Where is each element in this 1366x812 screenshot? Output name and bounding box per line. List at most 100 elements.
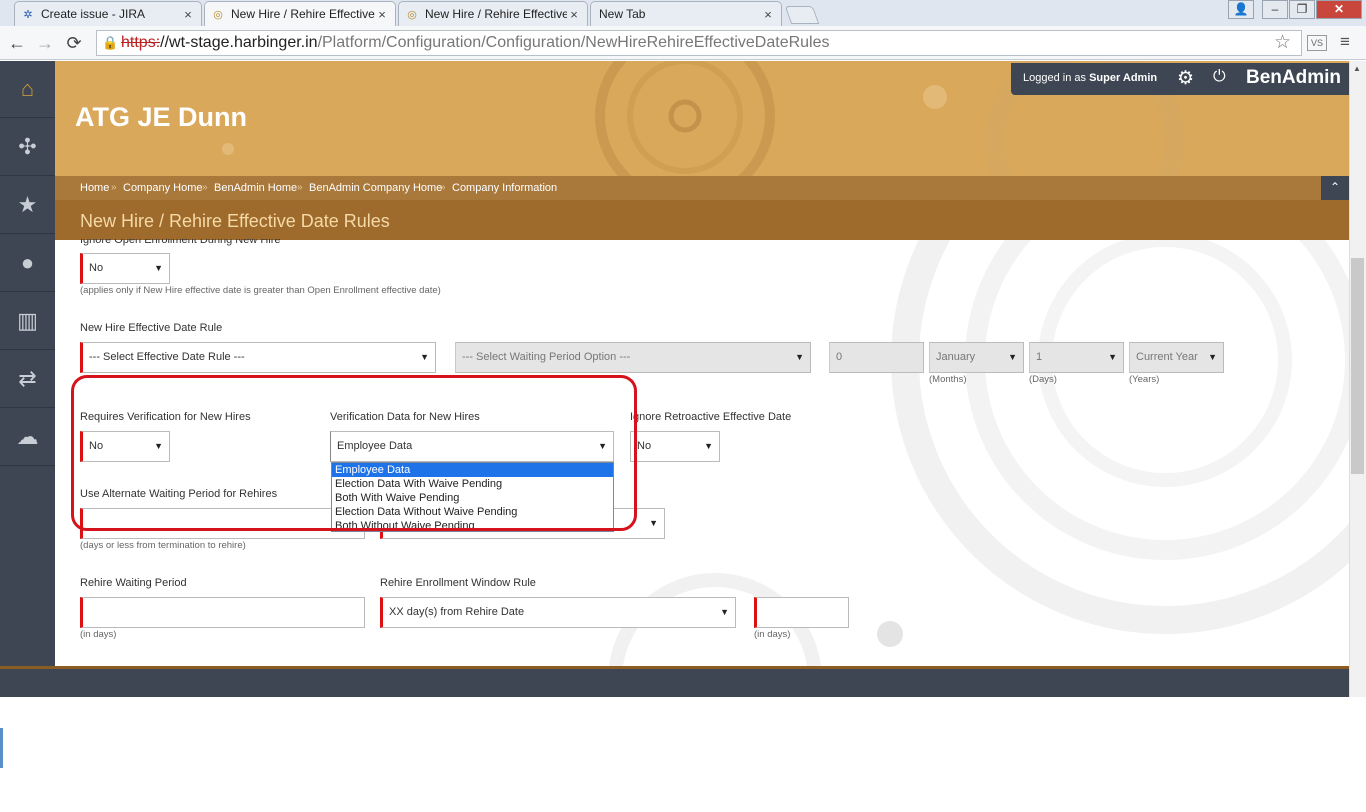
ignore-oe-value: No: [89, 262, 104, 274]
browser-tab[interactable]: ◎ New Hire / Rehire Effective ×: [398, 1, 588, 26]
url-host: //wt-stage.harbinger.in: [160, 34, 318, 51]
year-select[interactable]: Current Year ▼: [1129, 342, 1224, 373]
tab-title: New Hire / Rehire Effective: [425, 7, 567, 21]
current-user: Super Admin: [1089, 72, 1158, 84]
chevron-down-icon: ▼: [704, 441, 713, 451]
rehire-wait-label: Rehire Waiting Period: [80, 577, 187, 589]
rehire-window-value: XX day(s) from Rehire Date: [389, 606, 525, 618]
content-top-edge: [55, 240, 1349, 241]
days-hint: (Days): [1029, 374, 1057, 385]
browser-tab-active[interactable]: ◎ New Hire / Rehire Effective ×: [204, 1, 396, 26]
rehire-window-select[interactable]: XX day(s) from Rehire Date ▼: [380, 597, 736, 628]
scrollbar-thumb[interactable]: [1351, 258, 1364, 474]
company-name: ATG JE Dunn: [75, 102, 247, 132]
login-status: Logged in as Super Admin: [1023, 72, 1157, 84]
url-protocol: https:: [121, 34, 161, 51]
bookmark-star-icon[interactable]: ☆: [1274, 31, 1291, 54]
year-value: Current Year: [1136, 351, 1198, 363]
chevron-down-icon: ▼: [720, 607, 729, 617]
bar-chart-icon[interactable]: ▥: [0, 293, 55, 350]
alt-wait-hint: (days or less from termination to rehire…: [80, 540, 246, 551]
left-edge-marker: [0, 728, 3, 768]
user-icon[interactable]: 👤: [1228, 0, 1254, 19]
months-value: 0: [836, 351, 843, 363]
rehire-window-label: Rehire Enrollment Window Rule: [380, 577, 536, 589]
annotation-highlight-box: [71, 375, 637, 531]
ignore-retro-label: Ignore Retroactive Effective Date: [630, 411, 792, 423]
footer-bar: [0, 666, 1349, 697]
chevron-down-icon: ▼: [795, 352, 804, 362]
chevron-down-icon: ▼: [154, 263, 163, 273]
breadcrumb-home[interactable]: Home: [80, 182, 109, 194]
url-path: /Platform/Configuration/Configuration/Ne…: [317, 34, 830, 51]
rehire-wait-hint: (in days): [80, 629, 117, 640]
user-bar: Logged in as Super Admin ⚙ ⏻ BenAdmin: [1011, 63, 1349, 95]
back-icon[interactable]: ←: [6, 32, 28, 54]
menu-icon[interactable]: ≡: [1340, 32, 1350, 52]
close-icon[interactable]: ×: [375, 7, 389, 22]
waiting-option-select[interactable]: --- Select Waiting Period Option --- ▼: [455, 342, 811, 373]
ignore-retro-value: No: [637, 440, 652, 452]
rehire-wait-input[interactable]: [80, 597, 365, 628]
days-value: 1: [1036, 351, 1043, 363]
tab-title: Create issue - JIRA: [41, 7, 146, 21]
breadcrumb-benadmin-home[interactable]: BenAdmin Home: [214, 182, 297, 194]
nh-rule-select[interactable]: --- Select Effective Date Rule --- ▼: [80, 342, 436, 373]
minimize-button[interactable]: –: [1262, 0, 1288, 19]
transfer-icon[interactable]: ⇄: [0, 351, 55, 408]
extension-icon[interactable]: VS: [1307, 35, 1327, 51]
month-name-value: January: [936, 351, 976, 363]
rehire-window-hint: (in days): [754, 629, 791, 640]
app-name: BenAdmin: [1246, 67, 1341, 88]
scroll-up-icon[interactable]: ▲: [1353, 64, 1361, 73]
forward-icon[interactable]: →: [34, 32, 56, 54]
close-window-button[interactable]: ✕: [1316, 0, 1362, 19]
chat-icon[interactable]: ☁: [0, 409, 55, 466]
years-hint: (Years): [1129, 374, 1160, 385]
gear-icon[interactable]: ⚙: [1177, 67, 1194, 90]
browser-tab[interactable]: New Tab ×: [590, 1, 782, 26]
breadcrumb-separator: »: [202, 182, 208, 193]
breadcrumb-separator: »: [111, 182, 117, 193]
user-icon[interactable]: ●: [0, 235, 55, 292]
page-title: New Hire / Rehire Effective Date Rules: [80, 211, 390, 231]
breadcrumb-company-information[interactable]: Company Information: [452, 182, 557, 194]
home-icon[interactable]: ⌂: [0, 61, 55, 118]
days-select[interactable]: 1 ▼: [1029, 342, 1124, 373]
ignore-retro-select[interactable]: No ▼: [630, 431, 720, 462]
tab-title: New Tab: [599, 7, 646, 21]
chevron-down-icon: ▼: [1108, 352, 1117, 362]
tab-title: New Hire / Rehire Effective: [231, 7, 375, 21]
month-select[interactable]: January ▼: [929, 342, 1024, 373]
logged-in-prefix: Logged in as: [1023, 72, 1090, 84]
collapse-header-button[interactable]: ⌃: [1321, 176, 1349, 200]
months-hint: (Months): [929, 374, 967, 385]
waiting-option-value: --- Select Waiting Period Option ---: [462, 351, 631, 363]
power-icon[interactable]: ⏻: [1213, 68, 1226, 86]
ignore-oe-select[interactable]: No ▼: [80, 253, 170, 284]
rehire-window-days-input[interactable]: [754, 597, 849, 628]
puzzle-icon[interactable]: ✣: [0, 119, 55, 176]
months-input[interactable]: 0: [829, 342, 924, 373]
chevron-down-icon: ▼: [1205, 343, 1217, 372]
nh-rule-value: --- Select Effective Date Rule ---: [89, 351, 245, 363]
browser-tab[interactable]: ✲ Create issue - JIRA ×: [14, 1, 202, 26]
chevron-down-icon: ▼: [649, 518, 658, 528]
close-icon[interactable]: ×: [181, 7, 195, 22]
insecure-lock-icon: 🔒: [102, 35, 119, 50]
chevron-down-icon: ▼: [420, 352, 429, 362]
site-icon: ◎: [407, 8, 417, 21]
user-star-icon[interactable]: ★: [0, 177, 55, 234]
breadcrumb-company-home[interactable]: Company Home: [123, 182, 202, 194]
reload-icon[interactable]: ⟳: [63, 32, 85, 54]
chevron-down-icon: ▼: [1008, 352, 1017, 362]
breadcrumb-separator: »: [440, 182, 446, 193]
site-icon: ◎: [213, 8, 223, 21]
ignore-oe-hint: (applies only if New Hire effective date…: [80, 285, 441, 296]
close-icon[interactable]: ×: [761, 7, 775, 22]
maximize-button[interactable]: ❐: [1289, 0, 1315, 19]
nh-rule-label: New Hire Effective Date Rule: [80, 322, 223, 334]
url-field[interactable]: 🔒 https://wt-stage.harbinger.in/Platform…: [96, 30, 1302, 56]
breadcrumb-benadmin-company-home[interactable]: BenAdmin Company Home: [309, 182, 442, 194]
close-icon[interactable]: ×: [567, 7, 581, 22]
